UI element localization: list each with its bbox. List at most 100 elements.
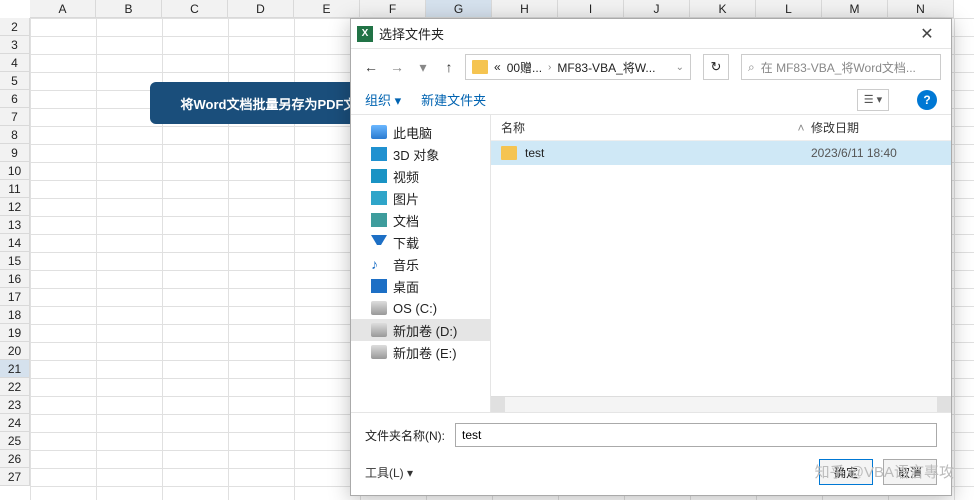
column-header[interactable]: M xyxy=(822,0,888,18)
tools-menu[interactable]: 工具(L) ▾ xyxy=(365,464,413,481)
row-header[interactable]: 15 xyxy=(0,252,30,270)
video-icon xyxy=(371,169,387,183)
row-header[interactable]: 17 xyxy=(0,288,30,306)
row-header[interactable]: 23 xyxy=(0,396,30,414)
file-list[interactable]: test2023/6/11 18:40 xyxy=(491,141,951,396)
tree-item[interactable]: ♪ 音乐 xyxy=(351,253,490,275)
close-icon[interactable]: ✕ xyxy=(909,24,945,44)
nav-forward-button: → xyxy=(387,57,407,77)
tree-item[interactable]: 3D 对象 xyxy=(351,143,490,165)
tree-item[interactable]: 视频 xyxy=(351,165,490,187)
row-header[interactable]: 13 xyxy=(0,216,30,234)
ok-button[interactable]: 确定 xyxy=(819,459,873,485)
horizontal-scrollbar[interactable] xyxy=(491,396,951,412)
tree-item-label: 图片 xyxy=(393,189,419,208)
row-header[interactable]: 26 xyxy=(0,450,30,468)
column-header[interactable]: A xyxy=(30,0,96,18)
column-header[interactable]: H xyxy=(492,0,558,18)
tree-item[interactable]: 下载 xyxy=(351,231,490,253)
row-header[interactable]: 6 xyxy=(0,90,30,108)
tree-item[interactable]: 图片 xyxy=(351,187,490,209)
column-header[interactable]: J xyxy=(624,0,690,18)
tree-item-label: 新加卷 (D:) xyxy=(393,321,457,340)
row-header[interactable]: 14 xyxy=(0,234,30,252)
drive-icon xyxy=(371,301,387,315)
row-header[interactable]: 19 xyxy=(0,324,30,342)
column-header[interactable]: B xyxy=(96,0,162,18)
file-date: 2023/6/11 18:40 xyxy=(811,146,951,160)
list-item[interactable]: test2023/6/11 18:40 xyxy=(491,141,951,165)
tree-item[interactable]: OS (C:) xyxy=(351,297,490,319)
file-name: test xyxy=(525,146,811,160)
folder-name-label: 文件夹名称(N): xyxy=(365,427,445,444)
breadcrumb-segment[interactable]: MF83-VBA_将W... xyxy=(557,59,655,76)
row-header[interactable]: 20 xyxy=(0,342,30,360)
row-header[interactable]: 7 xyxy=(0,108,30,126)
row-header[interactable]: 16 xyxy=(0,270,30,288)
row-header[interactable]: 3 xyxy=(0,36,30,54)
refresh-button[interactable]: ↻ xyxy=(703,54,729,80)
tree-item[interactable]: 新加卷 (E:) xyxy=(351,341,490,363)
row-header[interactable]: 12 xyxy=(0,198,30,216)
row-header[interactable]: 5 xyxy=(0,72,30,90)
nav-recent-button[interactable]: ▾ xyxy=(413,57,433,77)
tree-item[interactable]: 桌面 xyxy=(351,275,490,297)
row-header[interactable]: 4 xyxy=(0,54,30,72)
row-header[interactable]: 18 xyxy=(0,306,30,324)
new-folder-button[interactable]: 新建文件夹 xyxy=(421,90,486,109)
nav-up-button[interactable]: ↑ xyxy=(439,57,459,77)
music-icon: ♪ xyxy=(371,257,387,271)
tree-item-label: 新加卷 (E:) xyxy=(393,343,457,362)
column-header[interactable]: G xyxy=(426,0,492,18)
row-header[interactable]: 27 xyxy=(0,468,30,486)
row-header[interactable]: 11 xyxy=(0,180,30,198)
tree-item-label: 视频 xyxy=(393,167,419,186)
column-header[interactable]: F xyxy=(360,0,426,18)
row-header[interactable]: 10 xyxy=(0,162,30,180)
cancel-button[interactable]: 取消 xyxy=(883,459,937,485)
search-input[interactable]: ⌕ 在 MF83-VBA_将Word文档... xyxy=(741,54,941,80)
column-header[interactable]: I xyxy=(558,0,624,18)
folder-icon xyxy=(501,146,517,160)
chevron-down-icon[interactable]: ⌄ xyxy=(676,62,684,73)
location-tree[interactable]: 此电脑3D 对象视频图片文档下载 ♪ 音乐桌面 OS (C:) 新加卷 (D:) 新加卷 … xyxy=(351,115,491,412)
folder-icon xyxy=(472,60,488,74)
folder-name-input[interactable] xyxy=(455,423,937,447)
organize-menu[interactable]: 组织 ▾ xyxy=(365,90,401,109)
drive-icon xyxy=(371,323,387,337)
tree-item[interactable]: 新加卷 (D:) xyxy=(351,319,490,341)
column-header[interactable]: C xyxy=(162,0,228,18)
sort-icon[interactable]: ˄ xyxy=(791,121,811,135)
column-header-name[interactable]: 名称 xyxy=(501,119,791,136)
row-header[interactable]: 25 xyxy=(0,432,30,450)
tree-item[interactable]: 文档 xyxy=(351,209,490,231)
row-header[interactable]: 8 xyxy=(0,126,30,144)
column-header[interactable]: D xyxy=(228,0,294,18)
row-header[interactable]: 2 xyxy=(0,18,30,36)
help-icon[interactable]: ? xyxy=(917,90,937,110)
tree-item-label: OS (C:) xyxy=(393,301,437,316)
breadcrumb-segment[interactable]: « xyxy=(494,60,501,74)
search-icon: ⌕ xyxy=(748,60,755,75)
row-header[interactable]: 24 xyxy=(0,414,30,432)
down-icon xyxy=(371,235,387,249)
nav-back-button[interactable]: ← xyxy=(361,57,381,77)
pc-icon xyxy=(371,125,387,139)
tree-item-label: 音乐 xyxy=(393,255,419,274)
breadcrumb-segment[interactable]: 00赠... xyxy=(507,59,542,76)
tree-item[interactable]: 此电脑 xyxy=(351,121,490,143)
excel-icon: X xyxy=(357,26,373,42)
column-header[interactable]: K xyxy=(690,0,756,18)
column-header[interactable]: N xyxy=(888,0,954,18)
row-header[interactable]: 9 xyxy=(0,144,30,162)
column-header-date[interactable]: 修改日期 xyxy=(811,119,951,136)
3d-icon xyxy=(371,147,387,161)
breadcrumb[interactable]: « 00赠... › MF83-VBA_将W... ⌄ xyxy=(465,54,691,80)
column-header[interactable]: L xyxy=(756,0,822,18)
column-header[interactable]: E xyxy=(294,0,360,18)
folder-picker-dialog: X 选择文件夹 ✕ ← → ▾ ↑ « 00赠... › MF83-VBA_将W… xyxy=(350,18,952,496)
row-header[interactable]: 21 xyxy=(0,360,30,378)
view-mode-button[interactable]: ☰ ▾ xyxy=(857,89,889,111)
doc-icon xyxy=(371,213,387,227)
row-header[interactable]: 22 xyxy=(0,378,30,396)
